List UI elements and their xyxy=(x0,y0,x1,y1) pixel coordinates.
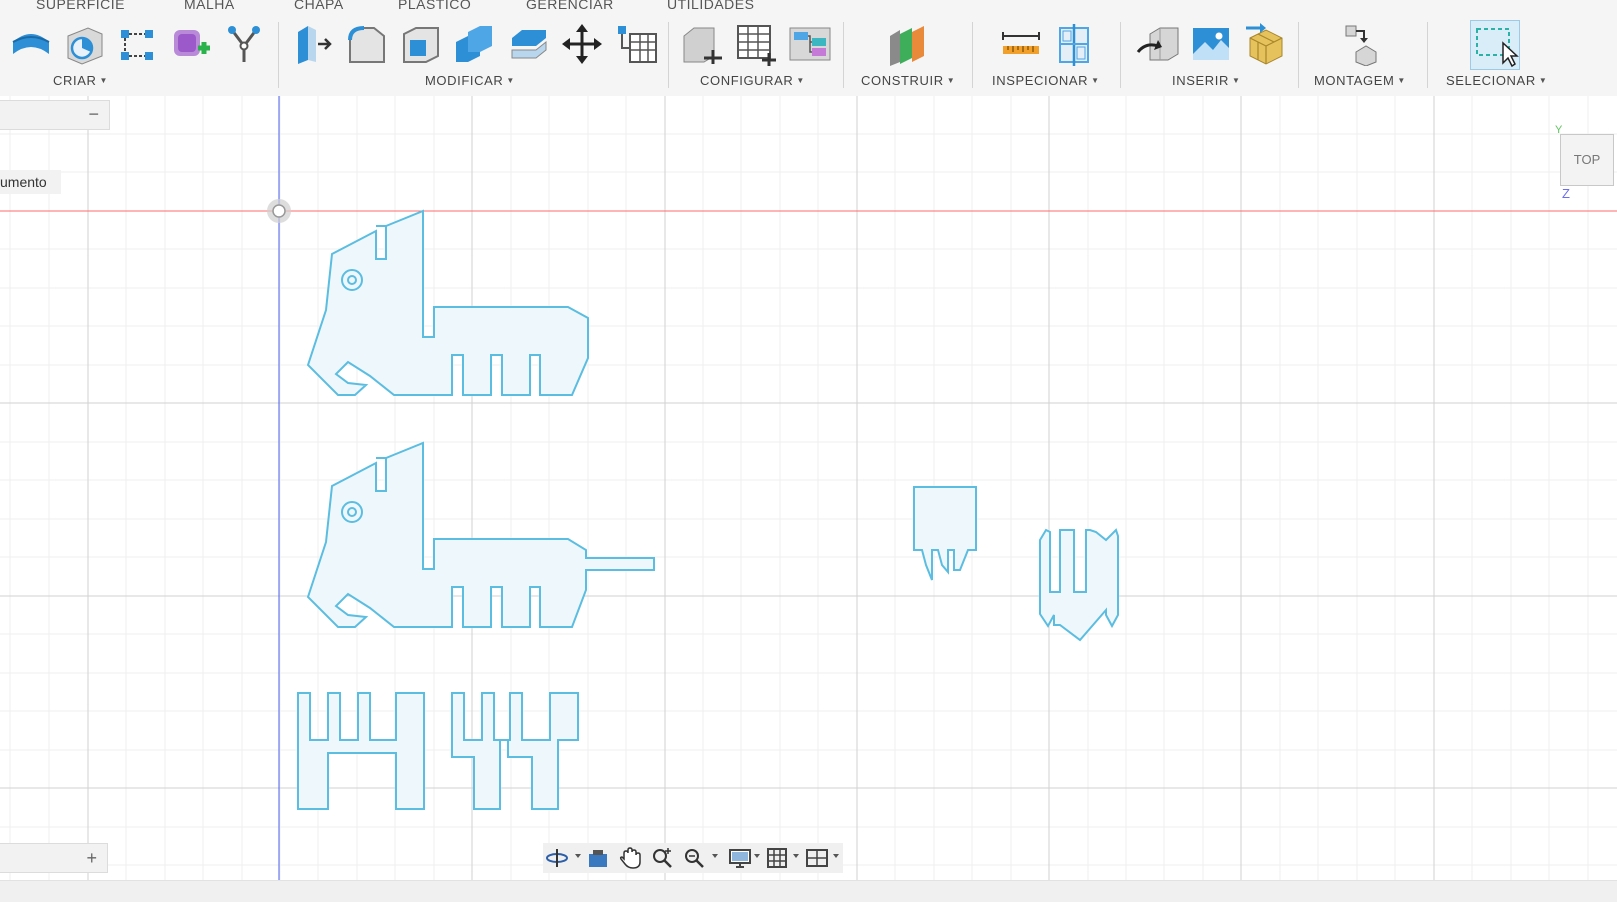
chevron-down-icon: ▼ xyxy=(1091,76,1100,85)
chevron-down-icon: ▼ xyxy=(99,76,108,85)
configure-part-icon[interactable] xyxy=(680,22,724,68)
tab-superficie[interactable]: SUPERFÍCIE xyxy=(36,0,125,12)
toolbar: SUPERFÍCIE MALHA CHAPA PLÁSTICO GERENCIA… xyxy=(0,0,1617,96)
shell-icon[interactable] xyxy=(398,22,442,68)
toolbar-divider xyxy=(278,22,279,88)
sketch-canvas[interactable] xyxy=(0,96,1617,880)
group-selecionar[interactable]: SELECIONAR ▼ xyxy=(1446,73,1547,88)
configure-rule-icon[interactable] xyxy=(788,22,832,68)
insert-derive-icon[interactable] xyxy=(1136,22,1180,68)
zoom-icon[interactable] xyxy=(650,846,674,870)
toolbar-divider xyxy=(843,22,844,88)
press-pull-icon[interactable] xyxy=(290,22,334,68)
offset-face-icon[interactable] xyxy=(506,22,550,68)
viewports-icon[interactable] xyxy=(805,846,829,870)
chevron-down-icon: ▼ xyxy=(946,76,956,85)
group-configurar[interactable]: CONFIGURAR ▼ xyxy=(700,73,805,88)
viewcube[interactable]: TOP xyxy=(1560,134,1614,186)
toolbar-divider xyxy=(1120,22,1121,88)
sketch-icon[interactable] xyxy=(115,22,159,68)
sketch-circle[interactable] xyxy=(347,507,357,517)
toolbar-divider xyxy=(1427,22,1428,88)
tab-utilidades[interactable]: UTILIDADES xyxy=(667,0,754,12)
chevron-down-icon[interactable] xyxy=(793,854,799,858)
comments-panel[interactable]: + xyxy=(0,843,108,873)
tab-chapa[interactable]: CHAPA xyxy=(294,0,344,12)
sketch-profile-animal-2[interactable] xyxy=(306,441,655,628)
status-bar xyxy=(0,880,1617,902)
viewcube-z-axis-label: Z xyxy=(1562,186,1570,201)
orbit-icon[interactable] xyxy=(545,846,569,870)
new-component-icon[interactable] xyxy=(1342,22,1386,68)
group-inspecionar[interactable]: INSPECIONAR ▼ xyxy=(992,73,1100,88)
group-modificar[interactable]: MODIFICAR ▼ xyxy=(425,73,515,88)
sketch-profile-animal-1[interactable] xyxy=(306,209,589,396)
tab-plastico[interactable]: PLÁSTICO xyxy=(398,0,471,12)
navigation-bar xyxy=(543,843,843,873)
pan-icon[interactable] xyxy=(618,846,642,870)
grid-settings-icon[interactable] xyxy=(765,846,789,870)
window-select-icon[interactable] xyxy=(1470,20,1520,70)
group-montagem[interactable]: MONTAGEM ▼ xyxy=(1314,73,1406,88)
insert-mesh-icon[interactable] xyxy=(1242,22,1286,68)
toolbar-divider xyxy=(1298,22,1299,88)
group-inspecionar-label: INSPECIONAR xyxy=(992,73,1089,88)
group-inserir[interactable]: INSERIR ▼ xyxy=(1172,73,1240,88)
group-construir[interactable]: CONSTRUIR ▼ xyxy=(861,73,955,88)
group-modificar-label: MODIFICAR xyxy=(425,73,504,88)
fit-icon[interactable] xyxy=(682,846,706,870)
tab-malha[interactable]: MALHA xyxy=(184,0,235,12)
parameters-icon[interactable] xyxy=(614,22,658,68)
chevron-down-icon: ▼ xyxy=(1397,76,1406,85)
sketch-circle[interactable] xyxy=(347,275,357,285)
display-settings-icon[interactable] xyxy=(728,846,752,870)
chevron-down-icon[interactable] xyxy=(712,854,718,858)
chevron-down-icon[interactable] xyxy=(833,854,839,858)
chevron-down-icon: ▼ xyxy=(796,76,805,85)
group-criar[interactable]: CRIAR ▼ xyxy=(53,73,108,88)
browser-panel[interactable]: − xyxy=(0,100,110,130)
chevron-down-icon: ▼ xyxy=(506,76,515,85)
group-construir-label: CONSTRUIR xyxy=(861,73,944,88)
look-at-icon[interactable] xyxy=(586,846,610,870)
group-selecionar-label: SELECIONAR xyxy=(1446,73,1536,88)
section-analysis-icon[interactable] xyxy=(1052,22,1096,68)
canvas-viewport[interactable] xyxy=(0,96,1617,880)
sketch-profile-small-2[interactable] xyxy=(1039,528,1119,642)
combine-icon[interactable] xyxy=(452,22,496,68)
group-configurar-label: CONFIGURAR xyxy=(700,73,794,88)
sketch-profile-small-1[interactable] xyxy=(913,486,977,581)
configure-table-icon[interactable] xyxy=(734,22,778,68)
fillet-icon[interactable] xyxy=(344,22,388,68)
measure-icon[interactable] xyxy=(999,22,1043,68)
offset-plane-icon[interactable] xyxy=(886,22,930,68)
tab-gerenciar[interactable]: GERENCIAR xyxy=(526,0,614,12)
minor-grid xyxy=(0,96,1617,880)
create-form-icon[interactable] xyxy=(168,22,212,68)
insert-canvas-icon[interactable] xyxy=(1189,22,1233,68)
viewcube-face-label: TOP xyxy=(1573,152,1601,167)
chevron-down-icon[interactable] xyxy=(575,854,581,858)
surface-extrude-icon[interactable] xyxy=(9,22,53,68)
group-criar-label: CRIAR xyxy=(53,73,97,88)
group-inserir-label: INSERIR xyxy=(1172,73,1229,88)
fork-tool-icon[interactable] xyxy=(222,22,266,68)
expand-panel-button[interactable]: + xyxy=(86,849,97,867)
surface-revolve-icon[interactable] xyxy=(62,22,106,68)
toolbar-divider xyxy=(972,22,973,88)
chevron-down-icon[interactable] xyxy=(754,854,760,858)
toolbar-divider xyxy=(668,22,669,88)
major-grid xyxy=(0,96,1617,880)
move-icon[interactable] xyxy=(560,22,604,68)
chevron-down-icon: ▼ xyxy=(1538,76,1548,85)
sketch-profile-leg-1[interactable] xyxy=(297,692,425,810)
chevron-down-icon: ▼ xyxy=(1231,76,1241,85)
collapse-panel-button[interactable]: − xyxy=(88,105,99,123)
document-name-label[interactable]: umento xyxy=(0,170,61,194)
sketch-profile-leg-2[interactable] xyxy=(451,692,579,810)
group-montagem-label: MONTAGEM xyxy=(1314,73,1395,88)
origin-point[interactable] xyxy=(267,199,291,223)
